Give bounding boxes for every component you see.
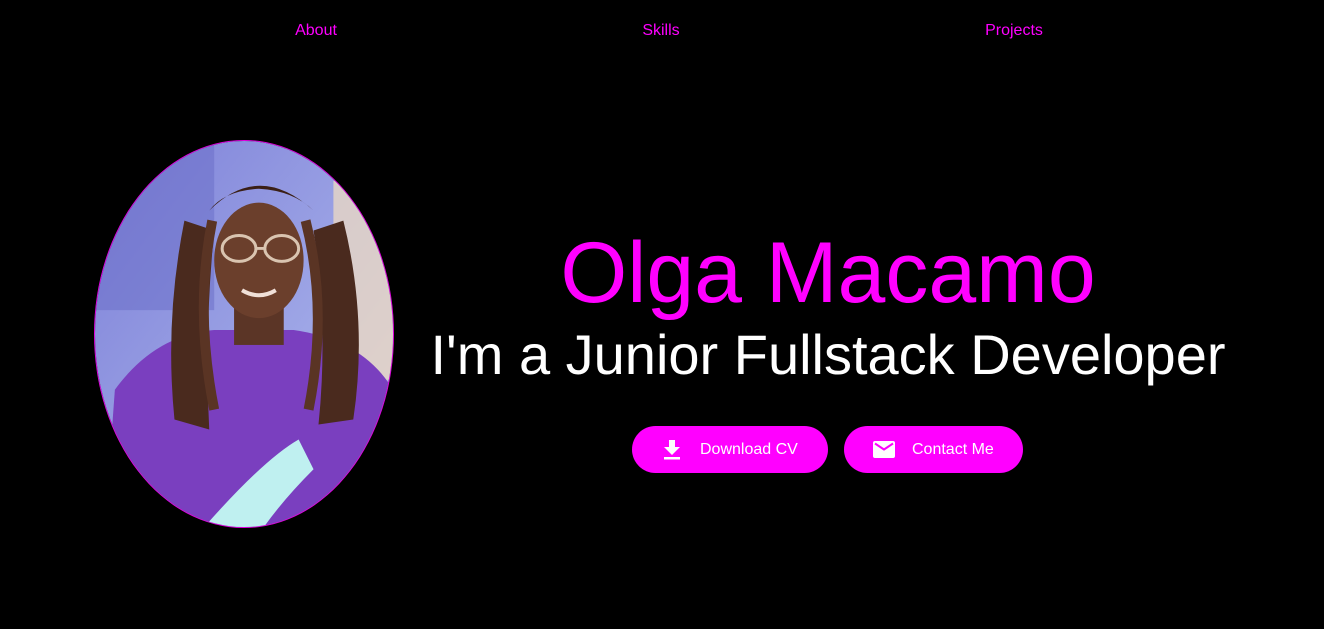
top-nav: About Skills Projects bbox=[0, 0, 1324, 62]
contact-me-label: Contact Me bbox=[912, 440, 994, 458]
mail-icon bbox=[872, 438, 896, 462]
nav-link-projects[interactable]: Projects bbox=[985, 22, 1043, 40]
page: About Skills Projects Olga Macamo I'm a … bbox=[0, 0, 1324, 629]
profile-photo bbox=[94, 140, 394, 528]
contact-me-button[interactable]: Contact Me bbox=[844, 426, 1023, 473]
download-icon bbox=[660, 438, 684, 462]
download-cv-label: Download CV bbox=[700, 440, 798, 458]
hero-name: Olga Macamo bbox=[560, 225, 1096, 321]
hero-role: I'm a Junior Fullstack Developer bbox=[430, 323, 1226, 386]
download-cv-button[interactable]: Download CV bbox=[632, 426, 828, 473]
nav-link-skills[interactable]: Skills bbox=[642, 22, 679, 40]
hero: Olga Macamo I'm a Junior Fullstack Devel… bbox=[400, 225, 1256, 387]
nav-link-about[interactable]: About bbox=[295, 22, 337, 40]
profile-photo-illustration bbox=[95, 141, 393, 527]
